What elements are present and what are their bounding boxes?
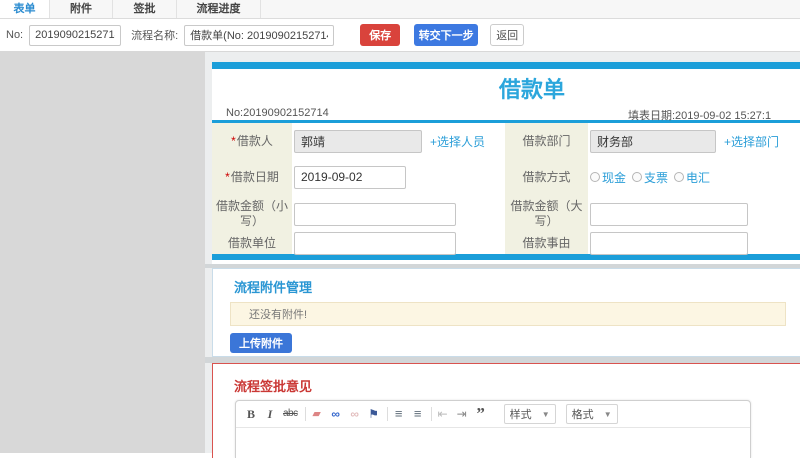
chevron-down-icon: ▼: [603, 409, 612, 419]
pick-person-link[interactable]: +选择人员: [430, 133, 485, 150]
panel-top-bar: [212, 62, 800, 69]
loan-reason-cell: [588, 232, 800, 255]
department-label: 借款部门: [505, 123, 588, 159]
radio-circle-icon[interactable]: [590, 172, 600, 182]
format-dropdown[interactable]: 格式 ▼: [565, 404, 618, 424]
attachments-panel: 流程附件管理 还没有附件! 上传附件: [212, 268, 800, 357]
radio-circle-icon[interactable]: [674, 172, 685, 182]
tab-attachments[interactable]: 附件: [50, 0, 113, 18]
form-number: No:20190902152714: [226, 107, 329, 119]
radio-circle-icon[interactable]: [632, 172, 643, 182]
loan-date-label: *借款日期: [212, 159, 292, 195]
editor-toolbar: B I abc ▰ ∞ ∞ ⚑ ≡ ≡ ⇤ ⇥ ” 样式 ▼ 格式 ▼: [236, 401, 750, 428]
loan-form-panel: 借款单 No:20190902152714 填表日期:2019-09-02 15…: [212, 62, 800, 264]
loan-date-input[interactable]: [294, 165, 406, 189]
bold-icon[interactable]: B: [245, 407, 257, 421]
toolbar-separator: [304, 407, 306, 421]
italic-icon[interactable]: I: [264, 407, 276, 421]
pick-department-link[interactable]: +选择部门: [724, 133, 779, 150]
approval-title: 流程签批意见: [234, 379, 313, 394]
amount-upper-input[interactable]: [590, 202, 748, 226]
loan-reason-label: 借款事由: [505, 233, 588, 254]
indent-icon[interactable]: ⇥: [456, 407, 468, 421]
tab-form[interactable]: 表单: [0, 0, 50, 18]
department-cell: +选择部门: [588, 123, 800, 159]
flow-name-input[interactable]: [184, 24, 335, 46]
remove-format-icon[interactable]: ▰: [311, 407, 323, 421]
amount-lower-input[interactable]: [294, 202, 456, 226]
toolbar-separator: [386, 407, 388, 421]
form-title: 借款单: [498, 77, 565, 102]
loan-unit-cell: [292, 232, 505, 255]
bulleted-list-icon[interactable]: ≡: [412, 407, 424, 421]
toolbar: No: 流程名称: 保存 转交下一步 返回: [0, 19, 800, 52]
loan-method-cell: 现金 支票 电汇: [588, 159, 800, 195]
approval-panel: 流程签批意见 B I abc ▰ ∞ ∞ ⚑ ≡ ≡ ⇤ ⇥ ” 样式 ▼ 格式…: [212, 363, 800, 458]
save-button[interactable]: 保存: [360, 24, 401, 46]
radio-cheque[interactable]: 支票: [632, 169, 668, 186]
fill-date: 填表日期:2019-09-02 15:27:1: [628, 110, 772, 122]
editor-content-area[interactable]: [236, 428, 750, 458]
required-marker: *: [225, 169, 230, 184]
loan-date-cell: [292, 159, 505, 195]
strikethrough-icon[interactable]: abc: [283, 407, 298, 421]
attachments-title: 流程附件管理: [234, 280, 313, 295]
blockquote-icon[interactable]: ”: [475, 405, 487, 422]
borrower-input[interactable]: [294, 129, 422, 153]
amount-lower-cell: [292, 195, 505, 233]
upload-attachment-button[interactable]: 上传附件: [230, 333, 292, 353]
outdent-icon[interactable]: ⇤: [437, 407, 449, 421]
rich-text-editor: B I abc ▰ ∞ ∞ ⚑ ≡ ≡ ⇤ ⇥ ” 样式 ▼ 格式 ▼: [235, 400, 751, 458]
chevron-down-icon: ▼: [541, 409, 550, 419]
required-marker: *: [231, 133, 236, 148]
borrower-label: *借款人: [212, 123, 292, 159]
amount-lower-label: 借款金额（小写）: [212, 195, 292, 233]
radio-wire[interactable]: 电汇: [674, 169, 710, 186]
no-label: No:: [6, 29, 24, 41]
link-icon[interactable]: ∞: [330, 407, 342, 421]
left-gray-panel: [0, 52, 205, 453]
tab-bar: 表单 附件 签批 流程进度: [0, 0, 800, 19]
flow-name-label: 流程名称:: [131, 30, 179, 42]
tab-signoff[interactable]: 签批: [113, 0, 177, 18]
loan-reason-input[interactable]: [590, 232, 748, 255]
toolbar-separator: [430, 407, 432, 421]
no-attachments-alert: 还没有附件!: [230, 302, 786, 326]
back-button[interactable]: 返回: [490, 24, 525, 46]
form-fields-grid: *借款人 +选择人员 借款部门 +选择部门 *借款日期 借款方式 现金: [212, 123, 800, 255]
loan-method-label: 借款方式: [505, 159, 588, 195]
style-dropdown[interactable]: 样式 ▼: [503, 404, 556, 424]
amount-upper-label: 借款金额（大写）: [505, 195, 588, 233]
unlink-icon[interactable]: ∞: [349, 407, 361, 421]
borrower-cell: +选择人员: [292, 123, 505, 159]
radio-cash[interactable]: 现金: [590, 169, 626, 186]
department-input[interactable]: [590, 129, 716, 153]
anchor-flag-icon[interactable]: ⚑: [368, 407, 380, 421]
no-input[interactable]: [29, 24, 122, 46]
loan-unit-label: 借款单位: [212, 233, 292, 254]
numbered-list-icon[interactable]: ≡: [393, 407, 405, 421]
amount-upper-cell: [588, 195, 800, 233]
tab-progress[interactable]: 流程进度: [177, 0, 261, 18]
forward-next-step-button[interactable]: 转交下一步: [414, 24, 479, 46]
loan-unit-input[interactable]: [294, 232, 456, 255]
form-meta-row: No:20190902152714 填表日期:2019-09-02 15:27:…: [212, 107, 800, 122]
